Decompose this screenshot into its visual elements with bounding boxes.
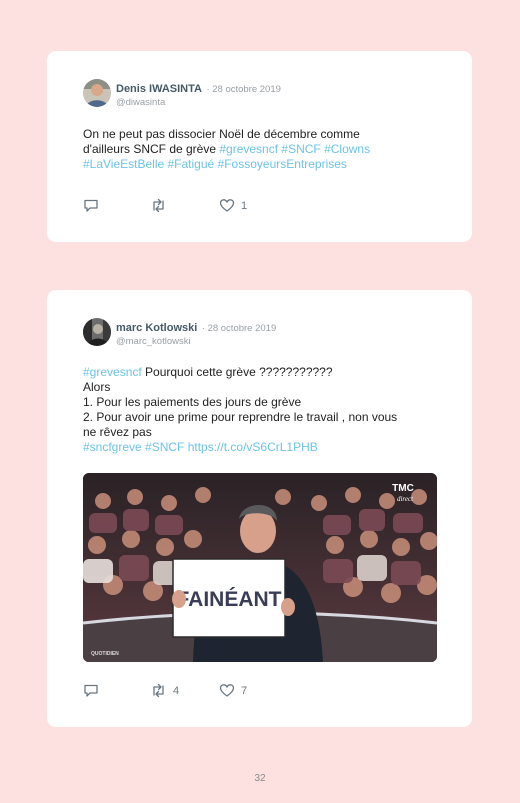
sign-text: FAINÉANT [177,588,282,611]
tweet-card: Denis IWASINTA · 28 octobre 2019 @diwasi… [47,51,472,242]
reply-button[interactable] [83,198,105,213]
tweet-actions: 4 7 [83,683,443,699]
like-count: 7 [241,684,248,697]
reply-button[interactable] [83,683,105,698]
heart-icon [219,198,235,213]
show-logo: QUOTIDIEN [91,651,119,657]
retweet-count: 4 [173,684,180,697]
tweet-text-plain: 1. Pour les paiements des jours de grève [83,395,302,409]
tweet-line: #sncfgreve #SNCF https://t.co/vS6CrL1PHB [83,440,443,455]
hashtag-links[interactable]: #grevesncf [83,365,142,379]
author-name[interactable]: Denis IWASINTA [116,83,202,95]
author-name[interactable]: marc Kotlowski [116,322,197,334]
tweet-line: ne rêvez pas [83,425,443,440]
tweet-line: d'ailleurs SNCF de grève #grevesncf #SNC… [83,142,443,157]
author-handle[interactable]: @diwasinta [116,96,281,109]
tweet-text-plain: d'ailleurs SNCF de grève [83,142,220,156]
tweet-line: On ne peut pas dissocier Noël de décembr… [83,127,443,142]
avatar[interactable] [83,79,111,107]
channel-logo-top: TMC [392,483,414,494]
tweet-text: On ne peut pas dissocier Noël de décembr… [83,127,443,172]
channel-logo-bottom: direct [397,495,414,503]
reply-icon [83,198,99,213]
retweet-icon [150,198,167,213]
hashtag-links[interactable]: #sncfgreve #SNCF https://t.co/vS6CrL1PHB [83,440,318,454]
tweet-text-plain: 2. Pour avoir une prime pour reprendre l… [83,410,398,424]
reply-icon [83,683,99,698]
hashtag-links[interactable]: #LaVieEstBelle #Fatigué #FossoyeursEntre… [83,157,347,171]
tweet-header: Denis IWASINTA · 28 octobre 2019 @diwasi… [116,81,281,109]
heart-icon [219,683,235,698]
like-count: 1 [241,199,248,212]
tweet-date[interactable]: · 28 octobre 2019 [206,84,280,95]
author-handle[interactable]: @marc_kotlowski [116,335,276,348]
tweet-line: Alors [83,380,443,395]
tweet-line: #LaVieEstBelle #Fatigué #FossoyeursEntre… [83,157,443,172]
tweet-actions: 1 [83,198,443,214]
tweet-date[interactable]: · 28 octobre 2019 [202,323,276,334]
like-button[interactable]: 1 [219,198,247,213]
tweet-line: 1. Pour les paiements des jours de grève [83,395,443,410]
tweet-text-plain: Pourquoi cette grève ??????????? [141,365,333,379]
hashtag-links[interactable]: #grevesncf #SNCF #Clowns [219,142,370,156]
tweet-media-image[interactable]: FAINÉANT TMC direct QUOTIDIEN [83,473,437,662]
tweet-card: marc Kotlowski · 28 octobre 2019 @marc_k… [47,290,472,727]
tweet-text-plain: On ne peut pas dissocier Noël de décembr… [83,127,360,141]
like-button[interactable]: 7 [219,683,247,698]
tweet-line: #grevesncf Pourquoi cette grève ????????… [83,365,443,380]
retweet-button[interactable]: 4 [150,683,179,698]
retweet-icon [150,683,167,698]
tweet-line: 2. Pour avoir une prime pour reprendre l… [83,410,443,425]
tweet-text-plain: ne rêvez pas [83,425,152,439]
retweet-button[interactable] [150,198,173,213]
tweet-header: marc Kotlowski · 28 octobre 2019 @marc_k… [116,320,276,348]
tweet-text: #grevesncf Pourquoi cette grève ????????… [83,365,443,455]
avatar[interactable] [83,318,111,346]
tweet-text-plain: Alors [83,380,111,394]
page-number: 32 [254,773,266,784]
